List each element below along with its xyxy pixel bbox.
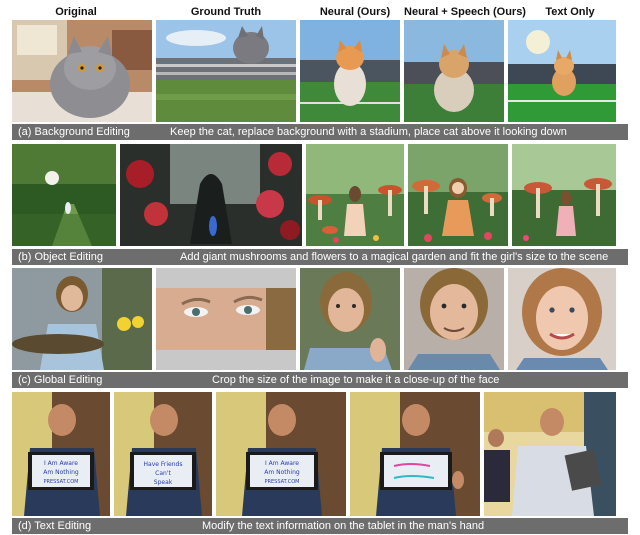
header-text-only: Text Only	[545, 6, 595, 18]
header-neural: Neural (Ours)	[319, 6, 391, 18]
image-neural-face	[300, 268, 400, 370]
image-original-cat	[12, 20, 152, 122]
image-neural-speech-face	[404, 268, 504, 370]
image-original-garden	[12, 144, 116, 246]
header-ground-truth: Ground Truth	[190, 6, 262, 18]
image-original-tablet: I Am Aware Am Nothing PRESSAT.COM	[12, 392, 110, 516]
image-neural-garden	[306, 144, 404, 246]
svg-text:Have Friends: Have Friends	[144, 461, 183, 468]
svg-text:I Am Aware: I Am Aware	[265, 460, 299, 467]
svg-text:Can't: Can't	[155, 470, 171, 477]
caption-object-editing: (b) Object Editing Add giant mushrooms a…	[12, 249, 628, 265]
image-text-only-tablet	[484, 392, 616, 516]
image-neural-speech-tablet	[350, 392, 480, 516]
image-ground-truth-stadium	[156, 20, 296, 122]
image-text-only-cat-stadium	[508, 20, 616, 122]
image-neural-speech-garden	[408, 144, 508, 246]
image-text-only-face	[508, 268, 616, 370]
svg-text:PRESSAT.COM: PRESSAT.COM	[44, 479, 79, 485]
svg-text:PRESSAT.COM: PRESSAT.COM	[265, 479, 300, 485]
image-ground-truth-eyes	[156, 268, 296, 370]
caption-instruction: Keep the cat, replace background with a …	[170, 126, 567, 138]
image-ground-truth-tablet: Have Friends Can't Speak	[114, 392, 212, 516]
svg-text:Am Nothing: Am Nothing	[264, 469, 300, 476]
caption-instruction: Add giant mushrooms and flowers to a mag…	[180, 251, 609, 263]
caption-label: (b) Object Editing	[18, 251, 103, 263]
caption-label: (a) Background Editing	[18, 126, 130, 138]
svg-text:I Am Aware: I Am Aware	[44, 460, 78, 467]
caption-text-editing: (d) Text Editing Modify the text informa…	[12, 518, 628, 534]
image-neural-cat-stadium	[300, 20, 400, 122]
caption-background-editing: (a) Background Editing Keep the cat, rep…	[12, 124, 628, 140]
image-neural-tablet: I Am Aware Am Nothing PRESSAT.COM	[216, 392, 346, 516]
caption-global-editing: (c) Global Editing Crop the size of the …	[12, 372, 628, 388]
svg-text:Speak: Speak	[154, 479, 173, 486]
image-neural-speech-cat-stadium	[404, 20, 504, 122]
svg-text:Am Nothing: Am Nothing	[43, 469, 79, 476]
caption-label: (c) Global Editing	[18, 374, 103, 386]
header-original: Original	[55, 6, 97, 18]
header-neural-speech: Neural + Speech (Ours)	[404, 6, 526, 18]
image-original-man-drums	[12, 268, 152, 370]
caption-instruction: Crop the size of the image to make it a …	[212, 374, 500, 386]
image-text-only-garden	[512, 144, 616, 246]
image-ground-truth-garden	[120, 144, 302, 246]
caption-label: (d) Text Editing	[18, 520, 92, 532]
caption-instruction: Modify the text information on the table…	[202, 520, 485, 532]
